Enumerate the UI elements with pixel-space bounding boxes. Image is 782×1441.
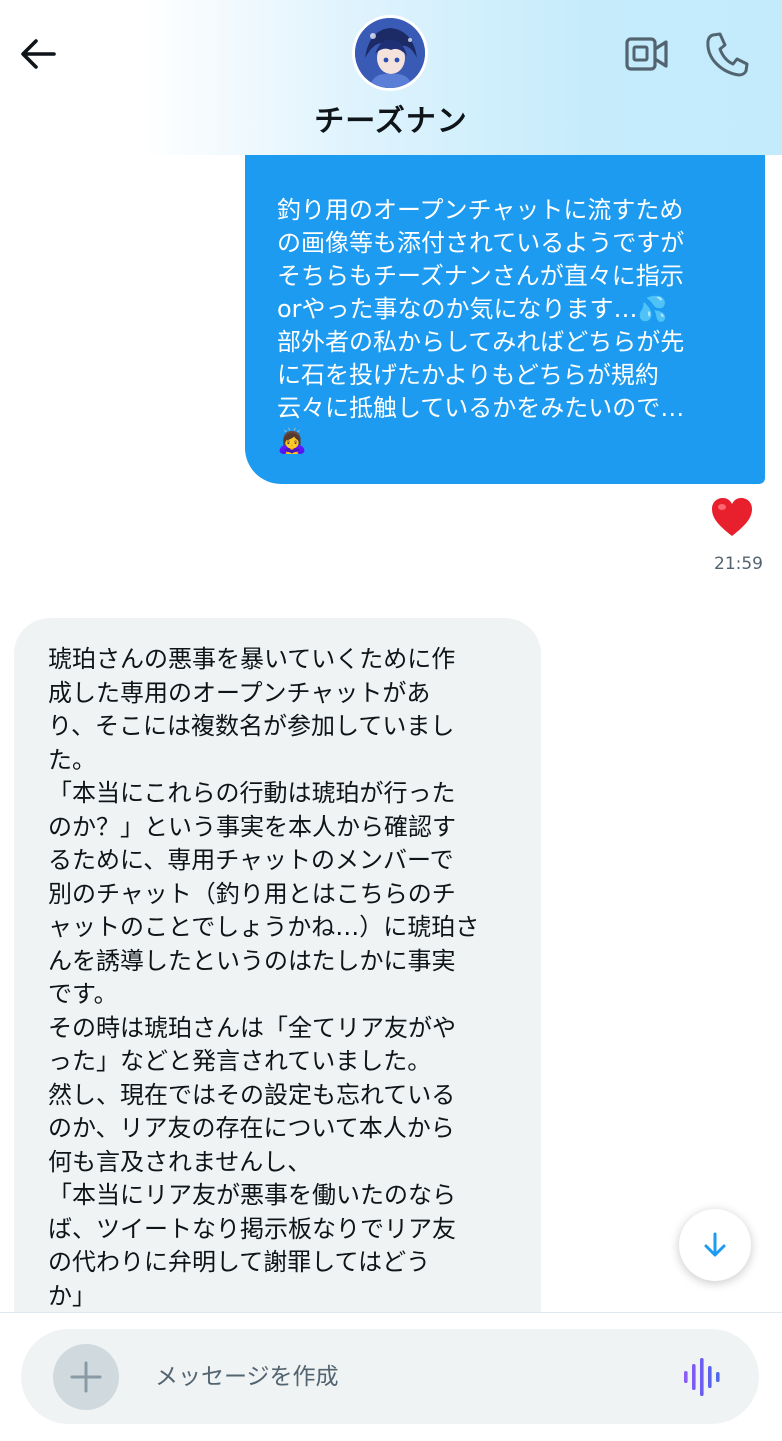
message-line: そちらもチーズナンさんが直々に指示 xyxy=(277,262,684,290)
message-line: 部外者の私からしてみればどちらが先 xyxy=(277,328,685,356)
message-line: 何も言及されませんし、 xyxy=(48,1147,312,1176)
incoming-message-bubble[interactable]: 琥珀さんの悪事を暴いていくために作 成した専用のオープンチャットがあ り、そこに… xyxy=(14,618,541,1338)
message-line: るために、専用チャットのメンバーで xyxy=(48,846,454,874)
scroll-to-bottom-button[interactable] xyxy=(679,1209,751,1281)
message-line: 「本当にこれらの行動は琥珀が行った xyxy=(48,779,456,807)
arrow-left-icon xyxy=(21,39,56,69)
message-line: ャットのことでしょうかね…）に琥珀さ xyxy=(48,913,480,941)
voice-waveform-icon xyxy=(684,1358,720,1396)
video-camera-icon xyxy=(625,37,668,71)
video-call-button[interactable] xyxy=(624,32,670,76)
message-line: んを誘導したというのはたしかに事実 xyxy=(48,946,456,975)
chat-title[interactable]: チーズナン xyxy=(0,96,782,140)
composer xyxy=(21,1329,759,1424)
chat-header: チーズナン xyxy=(0,0,782,155)
message-line: た。 xyxy=(48,745,96,774)
message-timestamp: 21:59 xyxy=(714,554,763,574)
message-line: のか？」という事実を本人から確認す xyxy=(48,812,456,841)
message-line: り、そこには複数名が参加していまし xyxy=(48,712,455,740)
message-line: です。 xyxy=(48,980,118,1008)
message-line: か」 xyxy=(48,1281,96,1310)
message-line: 琥珀さんの悪事を暴いていくために作 xyxy=(48,645,456,673)
outgoing-message-bubble[interactable]: 釣り用のオープンチャットに流すため の画像等も添付されているようですが そちらも… xyxy=(245,120,765,484)
plus-icon xyxy=(70,1361,102,1393)
phone-icon xyxy=(706,32,749,77)
message-line: 云々に抵触しているかをみたいので… xyxy=(277,394,685,422)
heart-reaction[interactable] xyxy=(710,496,754,540)
message-line: 別のチャット（釣り用とはこちらのチ xyxy=(48,879,456,908)
message-line: 然し、現在ではその設定も忘れている xyxy=(48,1080,456,1109)
back-button[interactable] xyxy=(14,30,62,78)
voice-message-button[interactable] xyxy=(681,1357,725,1397)
message-line: に石を投げたかよりもどちらが規約 xyxy=(277,361,659,389)
avatar-image xyxy=(355,18,425,88)
message-line: った」などと発言されていました。 xyxy=(48,1047,432,1075)
message-line: 「本当にリア友が悪事を働いたのなら xyxy=(48,1181,456,1209)
message-line: 釣り用のオープンチャットに流すため xyxy=(277,196,684,224)
message-line: の画像等も添付されているようですが xyxy=(277,229,685,257)
arrow-down-icon xyxy=(704,1232,726,1257)
message-line: その時は琥珀さんは「全てリア友がや xyxy=(48,1013,456,1042)
phone-call-button[interactable] xyxy=(704,30,750,78)
add-attachment-button[interactable] xyxy=(53,1344,119,1410)
message-line: 🙇‍♀️ xyxy=(277,427,307,455)
message-line: の代わりに弁明して謝罪してはどう xyxy=(48,1248,431,1276)
message-line: のか、リア友の存在について本人から xyxy=(48,1114,455,1142)
message-line: ば、ツイートなり掲示板なりでリア友 xyxy=(48,1214,456,1243)
avatar[interactable] xyxy=(355,18,425,88)
heart-icon xyxy=(712,498,752,536)
message-input[interactable] xyxy=(153,1353,657,1401)
message-line: orやった事なのか気になります…💦 xyxy=(277,295,668,323)
message-line: 成した専用のオープンチャットがあ xyxy=(48,678,431,707)
